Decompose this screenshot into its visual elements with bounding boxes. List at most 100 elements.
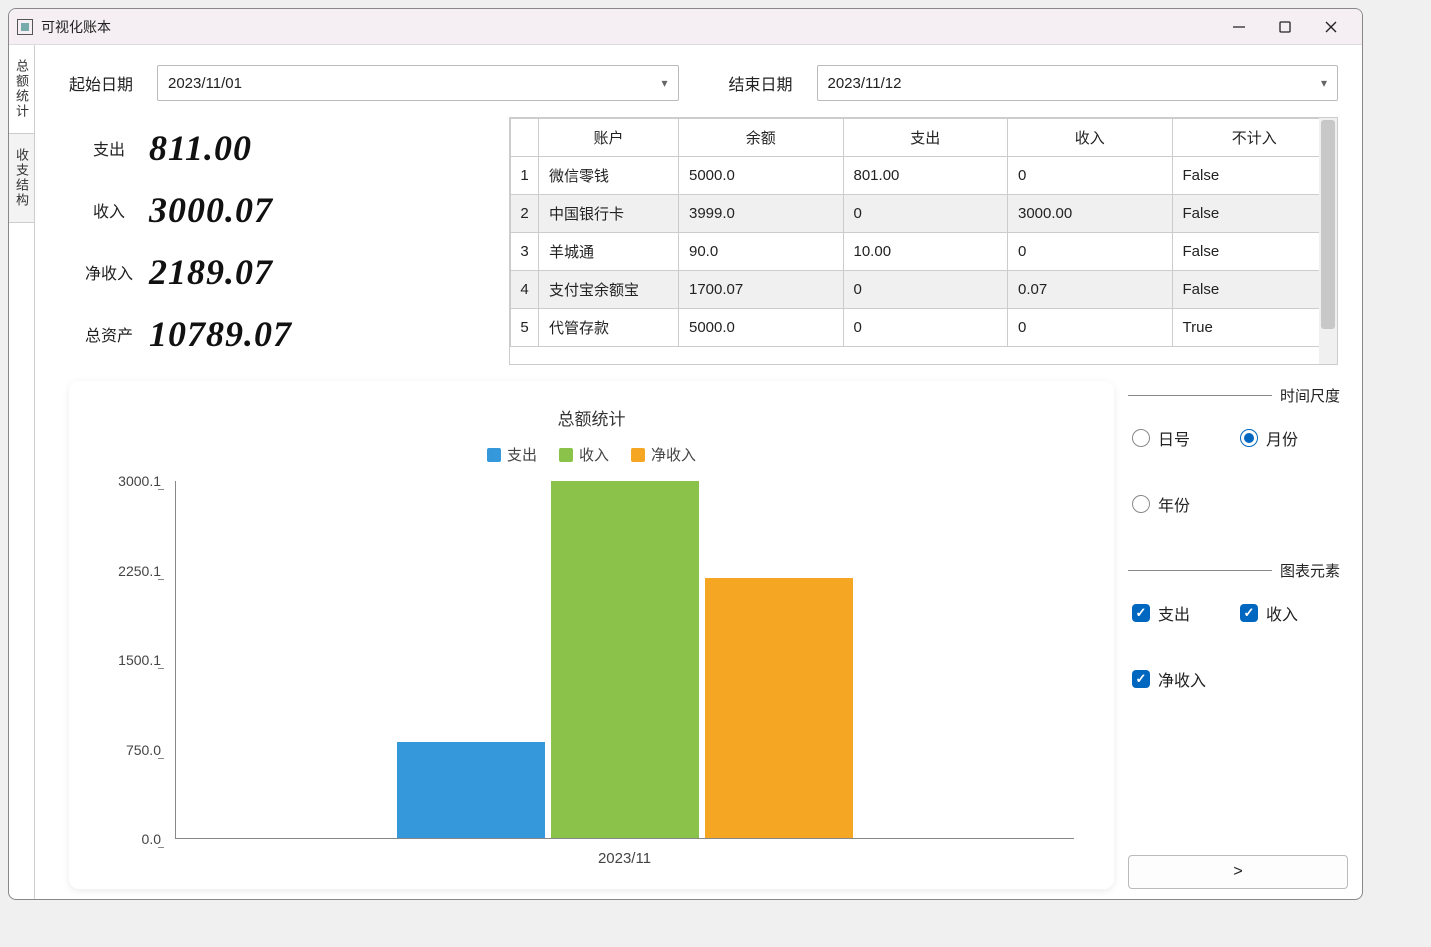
cell-excluded[interactable]: False [1172,195,1337,233]
col-balance[interactable]: 余额 [679,119,844,157]
cell-income[interactable]: 0.07 [1008,271,1173,309]
radio-icon [1240,429,1258,447]
table-row[interactable]: 5代管存款5000.000True [511,309,1337,347]
col-expense[interactable]: 支出 [843,119,1008,157]
cell-income[interactable]: 3000.00 [1008,195,1173,233]
chart-legend: 支出 收入 净收入 [99,444,1084,465]
cell-balance[interactable]: 5000.0 [679,157,844,195]
table-scrollbar[interactable] [1319,118,1337,364]
chart-elements-heading: 图表元素 [1128,560,1348,581]
row-number: 5 [511,309,539,347]
table-row[interactable]: 3羊城通90.010.000False [511,233,1337,271]
y-tick: 3000.1 [99,473,161,489]
swatch-net [631,448,645,462]
radio-icon [1132,429,1150,447]
check-expense[interactable]: ✓ 支出 [1132,601,1240,625]
stat-assets: 总资产 10789.07 [69,303,489,365]
cell-excluded[interactable]: False [1172,157,1337,195]
cell-balance[interactable]: 90.0 [679,233,844,271]
cell-account[interactable]: 微信零钱 [539,157,679,195]
chart-title: 总额统计 [99,405,1084,430]
cell-excluded[interactable]: False [1172,233,1337,271]
cell-income[interactable]: 0 [1008,309,1173,347]
cell-account[interactable]: 代管存款 [539,309,679,347]
cell-balance[interactable]: 1700.07 [679,271,844,309]
y-tick: 1500.1 [99,652,161,668]
stat-assets-label: 总资产 [69,322,149,346]
radio-month[interactable]: 月份 [1240,426,1348,450]
swatch-expense [487,448,501,462]
legend-net[interactable]: 净收入 [631,444,696,465]
col-account[interactable]: 账户 [539,119,679,157]
cell-excluded[interactable]: False [1172,271,1337,309]
accounts-table[interactable]: 账户 余额 支出 收入 不计入 1微信零钱5000.0801.000False2… [510,118,1337,347]
cell-expense[interactable]: 10.00 [843,233,1008,271]
scrollbar-thumb[interactable] [1321,120,1335,329]
content-area: 总额统计 收支结构 起始日期 2023/11/01 ▾ 结束日期 2023/11… [9,45,1362,899]
cell-account[interactable]: 支付宝余额宝 [539,271,679,309]
minimize-button[interactable] [1216,11,1262,43]
radio-day[interactable]: 日号 [1132,426,1240,450]
end-date-value: 2023/11/12 [828,75,902,92]
table-row[interactable]: 4支付宝余额宝1700.0700.07False [511,271,1337,309]
cell-excluded[interactable]: True [1172,309,1337,347]
cell-income[interactable]: 0 [1008,233,1173,271]
checkbox-icon: ✓ [1240,604,1258,622]
cell-expense[interactable]: 0 [843,309,1008,347]
checkbox-icon: ✓ [1132,670,1150,688]
check-net[interactable]: ✓ 净收入 [1132,667,1240,691]
titlebar[interactable]: 可视化账本 [9,9,1362,45]
stat-income: 收入 3000.07 [69,179,489,241]
cell-expense[interactable]: 0 [843,195,1008,233]
check-income[interactable]: ✓ 收入 [1240,601,1348,625]
stats-panel: 支出 811.00 收入 3000.07 净收入 2189.07 总资产 [69,117,489,365]
maximize-button[interactable] [1262,11,1308,43]
table-row[interactable]: 1微信零钱5000.0801.000False [511,157,1337,195]
y-tick: 0.0 [99,831,161,847]
stat-net: 净收入 2189.07 [69,241,489,303]
row-number: 1 [511,157,539,195]
end-date-combo[interactable]: 2023/11/12 ▾ [817,65,1339,101]
bars-group [176,481,1074,838]
cell-balance[interactable]: 5000.0 [679,309,844,347]
main-panel: 起始日期 2023/11/01 ▾ 结束日期 2023/11/12 ▾ [35,45,1362,899]
row-number: 3 [511,233,539,271]
side-tabs: 总额统计 收支结构 [9,45,35,899]
bar-net[interactable] [705,578,853,838]
start-date-combo[interactable]: 2023/11/01 ▾ [157,65,679,101]
swatch-income [559,448,573,462]
right-panel: 时间尺度 日号 月份 年份 [1124,381,1352,889]
stat-expense-label: 支出 [69,136,149,160]
checkbox-icon: ✓ [1132,604,1150,622]
table-row[interactable]: 2中国银行卡3999.003000.00False [511,195,1337,233]
radio-icon [1132,495,1150,513]
cell-balance[interactable]: 3999.0 [679,195,844,233]
col-income[interactable]: 收入 [1008,119,1173,157]
tab-totals[interactable]: 总额统计 [9,45,34,134]
cell-account[interactable]: 中国银行卡 [539,195,679,233]
top-area: 起始日期 2023/11/01 ▾ 结束日期 2023/11/12 ▾ [35,45,1362,365]
start-date-label: 起始日期 [69,71,139,95]
end-date-label: 结束日期 [729,71,799,95]
legend-expense[interactable]: 支出 [487,444,537,465]
col-excluded[interactable]: 不计入 [1172,119,1337,157]
app-icon [17,19,33,35]
radio-year[interactable]: 年份 [1132,492,1240,516]
chart-element-checks: ✓ 支出 ✓ 收入 ✓ 净收入 [1128,601,1348,691]
bar-expense[interactable] [397,742,545,839]
bar-income[interactable] [551,481,699,838]
y-tick: 2250.1 [99,563,161,579]
cell-account[interactable]: 羊城通 [539,233,679,271]
y-tick: 750.0 [99,742,161,758]
cell-expense[interactable]: 801.00 [843,157,1008,195]
summary-row: 支出 811.00 收入 3000.07 净收入 2189.07 总资产 [69,117,1338,365]
legend-income[interactable]: 收入 [559,444,609,465]
stat-net-label: 净收入 [69,260,149,284]
app-window: 可视化账本 总额统计 收支结构 起始日期 2023/11/01 ▾ [8,8,1363,900]
cell-income[interactable]: 0 [1008,157,1173,195]
cell-expense[interactable]: 0 [843,271,1008,309]
tab-structure[interactable]: 收支结构 [9,134,34,223]
go-button[interactable]: > [1128,855,1348,889]
chevron-down-icon: ▾ [661,76,667,90]
close-button[interactable] [1308,11,1354,43]
